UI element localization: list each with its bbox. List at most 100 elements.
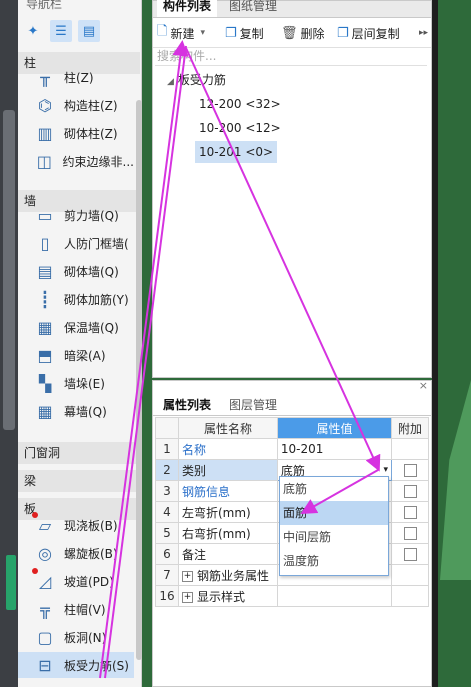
navigation-panel: 导航栏 ✦ ☰ ▤ 柱墙门窗洞梁板 ╥ 柱(Z) ⌬ 构造柱(Z) ▥ 砌体柱(Z) ◫ 约束边…: [18, 0, 142, 687]
tree-node[interactable]: 12-200 <32>: [195, 93, 285, 115]
extra-checkbox[interactable]: [403, 464, 417, 477]
dropdown-option[interactable]: 底筋: [280, 477, 388, 501]
property-value[interactable]: 10-201: [276, 438, 393, 460]
nav-item[interactable]: ▱ 现浇板(B): [18, 512, 134, 538]
nav-item[interactable]: ⌬ 构造柱(Z): [18, 92, 134, 118]
row-number: 7: [155, 564, 179, 586]
chevron-down-icon[interactable]: ▾: [384, 465, 389, 475]
extra-cell[interactable]: [391, 480, 429, 502]
nav-title: 导航栏: [26, 0, 63, 11]
delete-button[interactable]: 🗑 删除: [281, 23, 325, 43]
spiral-slab-icon: ◎: [38, 543, 52, 563]
nav-item-label: 坡道(PD): [64, 574, 114, 589]
nav-scrollbar[interactable]: [136, 100, 142, 660]
nav-item-label: 构造柱(Z): [64, 98, 118, 113]
dock-scroll-thumb[interactable]: [3, 110, 15, 430]
wall-pier-icon: ▚: [38, 373, 52, 393]
extra-checkbox[interactable]: [403, 485, 417, 498]
property-row[interactable]: 16 + 显示样式: [155, 585, 429, 607]
more-tools-icon[interactable]: ▸▸: [419, 23, 428, 43]
property-value[interactable]: [276, 585, 393, 607]
tree-root[interactable]: ◢ 板受力筋: [167, 71, 226, 88]
extra-cell[interactable]: [391, 501, 429, 523]
property-name: 名称: [177, 438, 278, 460]
shear-wall-icon: ▭: [37, 205, 53, 225]
copy-icon: ❐: [225, 25, 237, 41]
nav-item[interactable]: ▦ 保温墙(Q): [18, 314, 134, 340]
nav-item-label: 砌体柱(Z): [64, 126, 118, 141]
nav-item-label: 约束边缘非...: [62, 154, 134, 169]
slab-rebar-icon: ⊟: [38, 655, 52, 675]
nav-item[interactable]: ▥ 砌体柱(Z): [18, 120, 134, 146]
component-search-input[interactable]: 搜索构件...: [155, 47, 427, 66]
component-toolbar: 🗋 新建 ▾ ❐ 复制 🗑 删除 ❐ 层间复制 ▸▸: [153, 19, 431, 48]
row-number: 1: [155, 438, 179, 460]
expand-icon[interactable]: +: [181, 570, 193, 582]
boundary-element-icon: ◫: [36, 151, 52, 171]
property-name: 左弯折(mm): [177, 501, 278, 523]
tree-node[interactable]: 10-200 <12>: [195, 117, 285, 139]
canvas-viewport[interactable]: [432, 0, 471, 687]
extra-checkbox[interactable]: [403, 506, 417, 519]
nav-item[interactable]: ╦ 柱帽(V): [18, 596, 134, 622]
tree-node-selected[interactable]: 10-201 <0>: [195, 141, 278, 163]
row-number: 4: [155, 501, 179, 523]
extra-checkbox[interactable]: [403, 548, 417, 561]
extra-cell: [391, 585, 429, 607]
extra-header: 附加: [391, 417, 429, 439]
nav-item-label: 柱帽(V): [64, 602, 106, 617]
nav-toolbar: ✦ ☰ ▤: [18, 18, 141, 44]
tab-layer-management[interactable]: 图层管理: [223, 395, 283, 415]
property-row[interactable]: 1 名称 10-201: [155, 438, 429, 460]
dropdown-option[interactable]: 中间层筋: [280, 525, 388, 549]
nav-section-header[interactable]: 门窗洞: [18, 442, 140, 464]
pin-icon[interactable]: ✦: [22, 20, 44, 42]
nav-item[interactable]: ◿ 坡道(PD): [18, 568, 134, 594]
property-name-header: 属性名称: [177, 417, 278, 439]
nav-item[interactable]: ▚ 墙垛(E): [18, 370, 134, 396]
nav-item[interactable]: ◫ 约束边缘非...: [18, 148, 134, 174]
close-icon[interactable]: ×: [419, 379, 428, 392]
civil-defense-door-wall-icon: ▯: [40, 233, 50, 253]
dropdown-option[interactable]: 面筋: [280, 501, 388, 525]
copy-button[interactable]: ❐ 复制: [225, 23, 264, 43]
expand-icon[interactable]: +: [181, 591, 193, 603]
dropdown-option[interactable]: 温度筋: [280, 549, 388, 573]
nav-item-label: 人防门框墙(: [64, 236, 129, 251]
nav-item[interactable]: ┋ 砌体加筋(Y): [18, 286, 134, 312]
extra-cell: [391, 564, 429, 586]
nav-item-label: 螺旋板(B): [64, 546, 118, 561]
property-name: 右弯折(mm): [177, 522, 278, 544]
new-button[interactable]: 🗋 新建 ▾: [157, 23, 205, 43]
chevron-down-icon[interactable]: ▾: [200, 28, 205, 38]
nav-item[interactable]: ◎ 螺旋板(B): [18, 540, 134, 566]
list-view-icon[interactable]: ☰: [50, 20, 72, 42]
nav-item[interactable]: ▢ 板洞(N): [18, 624, 134, 650]
nav-section-header[interactable]: 梁: [18, 470, 140, 492]
splitter[interactable]: [432, 0, 438, 687]
nav-item[interactable]: ▦ 幕墙(Q): [18, 398, 134, 424]
extra-cell[interactable]: [391, 522, 429, 544]
detail-view-icon[interactable]: ▤: [78, 20, 100, 42]
nav-item[interactable]: ⬒ 暗梁(A): [18, 342, 134, 368]
collapse-icon[interactable]: ◢: [167, 77, 174, 87]
tab-drawing-management[interactable]: 图纸管理: [223, 0, 283, 17]
nav-item[interactable]: ⊟ 板受力筋(S): [18, 652, 134, 678]
nav-item-label: 板洞(N): [64, 630, 107, 645]
nav-item[interactable]: ▯ 人防门框墙(: [18, 230, 134, 256]
column-cap-icon: ╦: [40, 599, 50, 619]
dock-grip-handle[interactable]: [6, 555, 16, 610]
nav-item[interactable]: ▭ 剪力墙(Q): [18, 202, 134, 228]
floor-copy-button[interactable]: ❐ 层间复制: [337, 23, 400, 43]
extra-cell[interactable]: [391, 459, 429, 481]
tab-component-list[interactable]: 构件列表: [157, 0, 218, 17]
nav-item[interactable]: ╥ 柱(Z): [18, 64, 134, 90]
new-badge: [32, 512, 38, 518]
row-number: 3: [155, 480, 179, 502]
extra-checkbox[interactable]: [403, 527, 417, 540]
property-value-header: 属性值: [276, 417, 393, 439]
nav-item[interactable]: ▤ 砌体墙(Q): [18, 258, 134, 284]
extra-cell[interactable]: [391, 543, 429, 565]
row-number-header: [155, 417, 179, 439]
tab-property-list[interactable]: 属性列表: [157, 395, 217, 415]
